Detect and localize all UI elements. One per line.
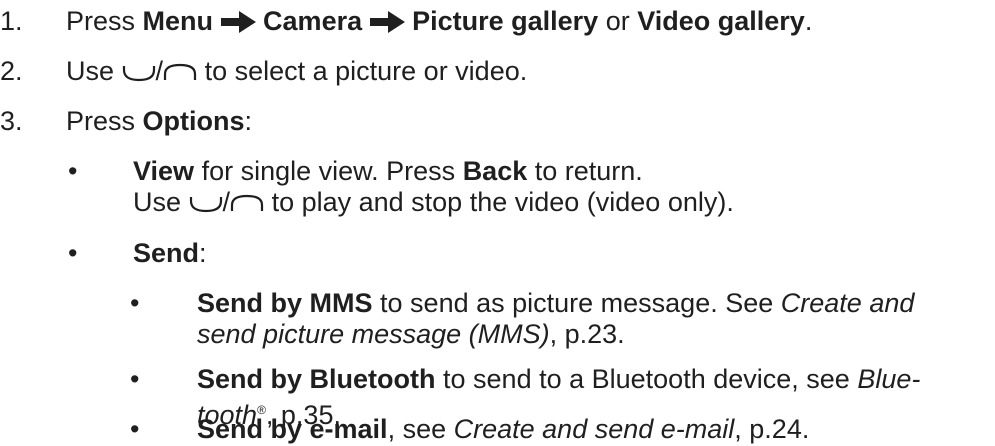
send-item-desc: to send as picture message. See xyxy=(380,288,774,318)
send-label: Send xyxy=(133,238,200,268)
send-item-desc: to send to a Bluetooth device, see xyxy=(443,364,850,394)
option-desc: for single view. Press xyxy=(201,156,456,186)
option-desc: to return. xyxy=(534,156,643,186)
option-text: Send: xyxy=(133,236,207,270)
option-text: Use / to play and stop the video (video … xyxy=(133,185,734,219)
bullet: • xyxy=(130,414,140,444)
page-reference: , p.23. xyxy=(549,319,625,349)
bullet: • xyxy=(130,288,140,318)
picture-gallery-label: Picture gallery xyxy=(412,6,599,36)
manual-page: 1. Press Menu Camera Picture gallery or Vi… xyxy=(0,0,995,445)
step-word: Use xyxy=(66,56,115,86)
arrow-right-icon xyxy=(221,11,257,33)
separator: / xyxy=(222,187,231,217)
bullet: • xyxy=(68,156,78,186)
options-label: Options xyxy=(142,106,245,136)
send-item-text: send picture message (MMS), p.23. xyxy=(197,317,625,351)
step-text: Press Menu Camera Picture gallery or Video… xyxy=(66,4,812,38)
punctuation: : xyxy=(199,238,207,268)
step-text: Press Options: xyxy=(66,104,252,138)
cross-reference: Create and xyxy=(780,288,915,318)
view-label: View xyxy=(133,156,195,186)
step-number: 1. xyxy=(0,6,23,36)
bullet: • xyxy=(130,364,140,394)
step-rest: to select a picture or video. xyxy=(204,56,528,86)
cross-reference: Create and send e-mail xyxy=(453,414,735,444)
camera-label: Camera xyxy=(263,6,363,36)
nav-down-key-icon xyxy=(189,197,222,213)
bullet: • xyxy=(68,238,78,268)
option-desc: to play and stop the video (video only). xyxy=(271,187,734,217)
cross-reference: send picture message (MMS) xyxy=(197,319,550,349)
step-text: Use / to select a picture or video. xyxy=(66,54,527,88)
nav-up-key-icon xyxy=(163,63,197,80)
separator: / xyxy=(155,56,164,86)
send-item-text: Send by e-mail, see Create and send e-ma… xyxy=(197,412,809,446)
step-word: Press xyxy=(66,6,136,36)
back-label: Back xyxy=(462,156,528,186)
step-word: Use xyxy=(133,187,182,217)
punctuation: . xyxy=(804,6,813,36)
menu-label: Menu xyxy=(142,6,214,36)
send-bluetooth-label: Send by Bluetooth xyxy=(197,364,436,394)
send-email-label: Send by e-mail xyxy=(197,414,388,444)
video-gallery-label: Video gallery xyxy=(637,6,805,36)
send-item-text: Send by Bluetooth to send to a Bluetooth… xyxy=(197,362,920,396)
option-text: View for single view. Press Back to retu… xyxy=(133,154,643,188)
send-mms-label: Send by MMS xyxy=(197,288,373,318)
send-item-text: Send by MMS to send as picture message. … xyxy=(197,286,914,320)
page-reference: , p.24. xyxy=(734,414,810,444)
nav-down-key-icon xyxy=(122,66,155,82)
connector-text: or xyxy=(605,6,630,36)
step-word: Press xyxy=(66,106,136,136)
step-number: 2. xyxy=(0,56,23,86)
cross-reference: Blue- xyxy=(857,364,921,394)
send-item-desc: , see xyxy=(387,414,447,444)
nav-up-key-icon xyxy=(230,194,264,211)
arrow-right-icon xyxy=(370,11,406,33)
punctuation: : xyxy=(244,106,253,136)
step-number: 3. xyxy=(0,106,23,136)
